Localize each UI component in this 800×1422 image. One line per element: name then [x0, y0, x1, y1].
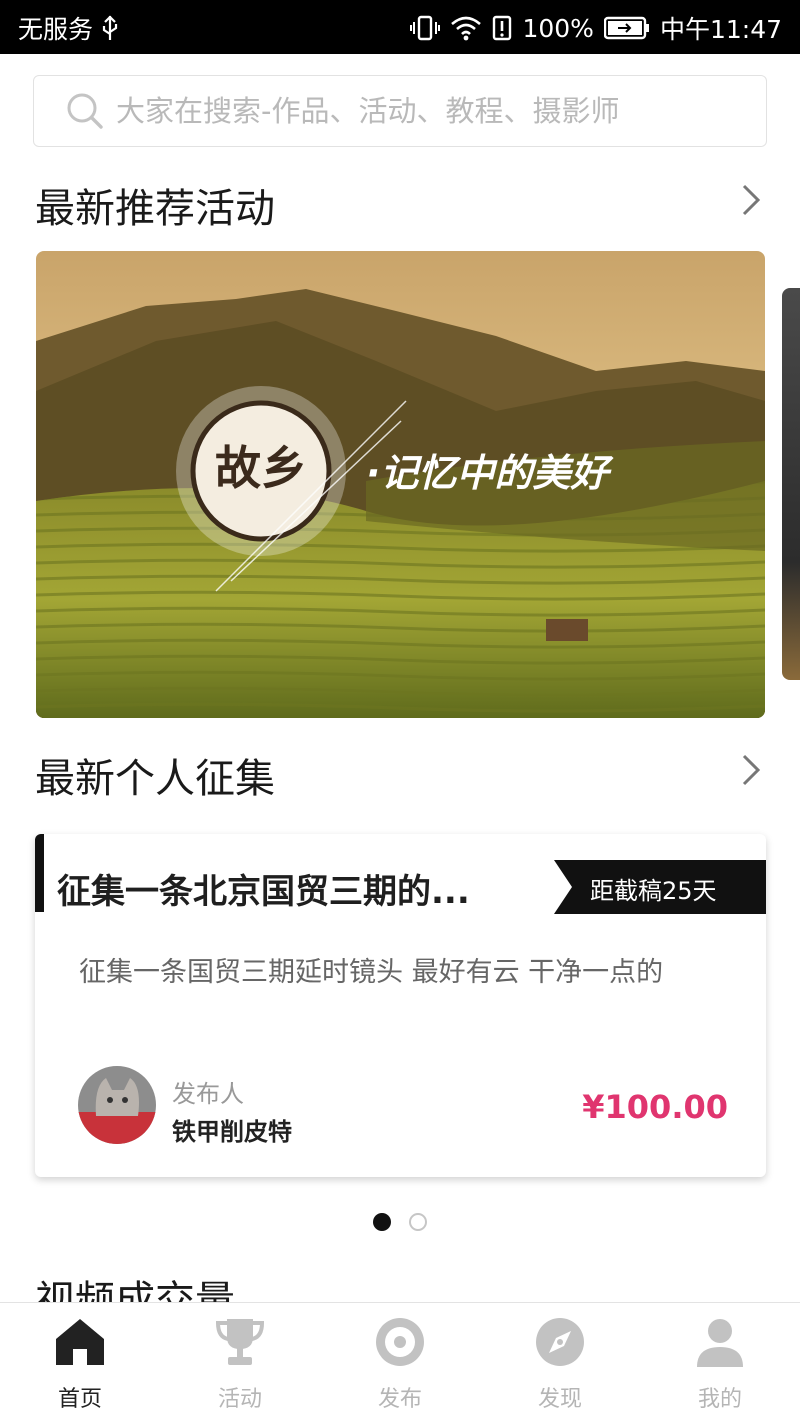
clock: 中午11:47 — [659, 15, 782, 44]
tab-home[interactable]: 首页 — [0, 1303, 160, 1422]
tab-label: 活动 — [217, 1387, 262, 1412]
tab-bar: 首页 活动 发布 发现 我的 — [0, 1302, 800, 1422]
tab-label: 发布 — [377, 1387, 422, 1412]
carrier-label: 无服务 — [18, 15, 94, 44]
search-bar[interactable] — [33, 75, 767, 147]
pagination-dot[interactable] — [409, 1213, 427, 1231]
banner-next-peek[interactable] — [782, 288, 800, 680]
collection-title: 征集一条北京国贸三期的... — [57, 872, 470, 912]
price: ¥100.00 — [582, 1088, 728, 1126]
tab-discover[interactable]: 发现 — [480, 1303, 640, 1422]
deadline-text: 距截稿25天 — [590, 877, 717, 905]
status-bar: 无服务 100% 中午11:47 — [0, 0, 800, 54]
search-input[interactable] — [116, 88, 756, 134]
avatar[interactable] — [78, 1066, 156, 1144]
wifi-icon — [451, 16, 482, 41]
activity-banner[interactable]: 故乡 ·记忆中的美好 — [36, 251, 765, 718]
publisher-name[interactable]: 铁甲削皮特 — [172, 1112, 292, 1147]
chevron-right-icon[interactable] — [740, 752, 762, 788]
home-icon — [56, 1319, 104, 1365]
section-title-recommended: 最新推荐活动 — [35, 186, 275, 232]
banner-image: 故乡 ·记忆中的美好 — [36, 251, 765, 718]
publisher-label: 发布人 — [172, 1080, 244, 1108]
tab-publish[interactable]: 发布 — [320, 1303, 480, 1422]
status-bar-left: 无服务 — [18, 10, 119, 46]
status-bar-right: 100% 中午11:47 — [410, 10, 782, 46]
usb-icon — [102, 15, 118, 40]
deadline-badge: 距截稿25天 — [554, 860, 766, 914]
card-accent-bar — [35, 834, 44, 912]
tab-label: 发现 — [537, 1387, 582, 1412]
collection-description: 征集一条国贸三期延时镜头 最好有云 干净一点的 — [79, 957, 664, 988]
banner-headline: ·记忆中的美好 — [366, 451, 614, 495]
pagination-dot-active[interactable] — [373, 1213, 391, 1231]
banner-badge-text: 故乡 — [215, 441, 307, 495]
search-icon — [67, 93, 103, 129]
alert-icon — [493, 15, 512, 41]
section-title-personal: 最新个人征集 — [35, 756, 275, 802]
tab-label: 我的 — [697, 1387, 742, 1412]
tab-activity[interactable]: 活动 — [160, 1303, 320, 1422]
chevron-right-icon[interactable] — [740, 182, 762, 218]
collection-card[interactable]: 征集一条北京国贸三期的... 距截稿25天 征集一条国贸三期延时镜头 最好有云 … — [35, 834, 766, 1177]
battery-icon — [603, 16, 649, 40]
vibrate-icon — [410, 15, 441, 41]
compass-icon — [536, 1318, 584, 1366]
user-icon — [697, 1319, 743, 1367]
battery-percent: 100% — [522, 13, 594, 43]
tab-mine[interactable]: 我的 — [640, 1303, 800, 1422]
trophy-icon — [215, 1319, 265, 1365]
publish-icon — [376, 1318, 424, 1366]
tab-label: 首页 — [57, 1387, 102, 1412]
